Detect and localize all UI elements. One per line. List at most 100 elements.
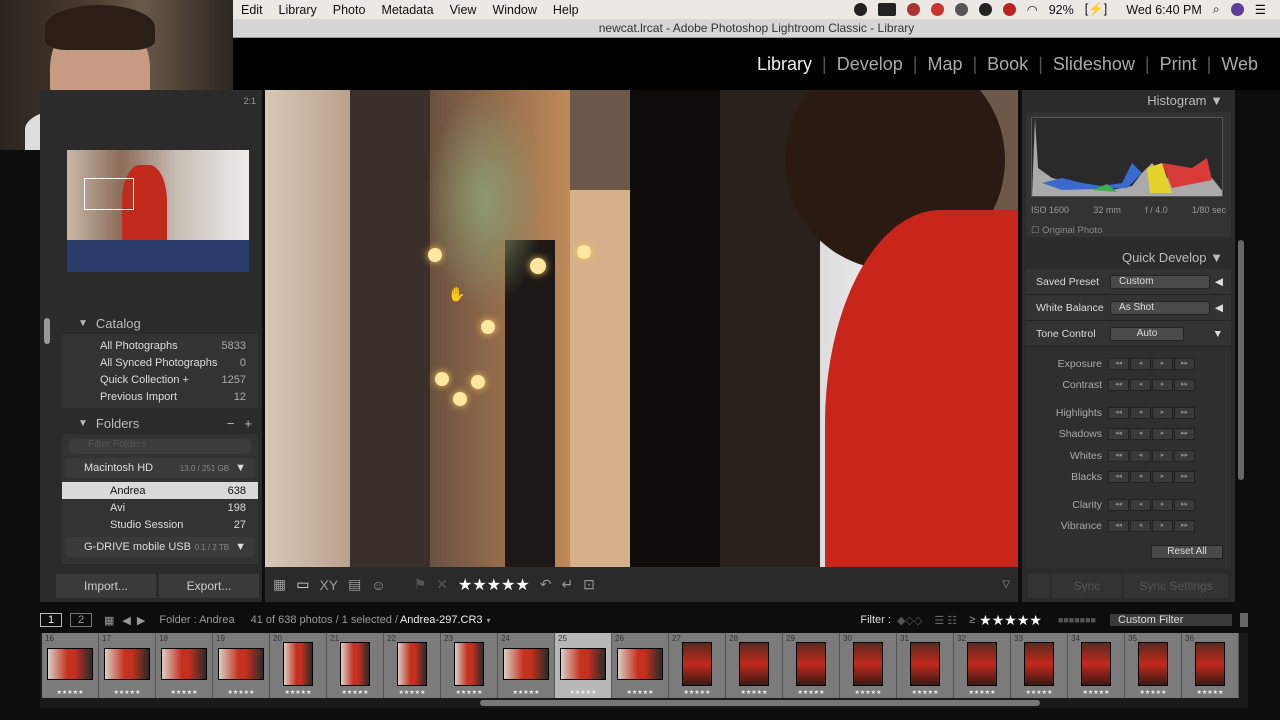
filmstrip-thumbnail[interactable]: 22 ★★★★★ [384, 633, 441, 698]
filmstrip-thumbnail[interactable]: 19 ★★★★★ [213, 633, 270, 698]
creative-cloud-icon[interactable] [930, 3, 944, 16]
auto-tone-button[interactable]: Auto [1110, 326, 1184, 341]
folder-avi[interactable]: Avi 198 [62, 499, 258, 516]
filmstrip-thumbnail[interactable]: 29 ★★★★★ [783, 633, 840, 698]
record-red-icon[interactable] [1002, 3, 1016, 16]
people-view-icon[interactable]: ☺ [371, 577, 385, 593]
export-button[interactable]: Export... [159, 574, 259, 598]
filmstrip-thumbnail[interactable]: 17 ★★★★★ [99, 633, 156, 698]
rating-operator[interactable]: ≥ [969, 614, 975, 626]
module-develop[interactable]: Develop [827, 54, 913, 75]
module-map[interactable]: Map [917, 54, 972, 75]
collapse-icon[interactable]: ▼ [1213, 328, 1223, 340]
filmstrip-thumbnail[interactable]: 23 ★★★★★ [441, 633, 498, 698]
filmstrip-thumbnail[interactable]: 34 ★★★★★ [1068, 633, 1125, 698]
filename-dropdown-icon[interactable]: ▾ [487, 616, 491, 625]
rotate-left-icon[interactable]: ↶ [540, 576, 552, 593]
battery-icon[interactable]: [⚡] [1085, 2, 1108, 17]
filter-lock-toggle[interactable] [1240, 613, 1248, 627]
dropbox-icon[interactable] [906, 3, 920, 16]
filmstrip-thumbnail[interactable]: 35 ★★★★★ [1125, 633, 1182, 698]
original-photo-checkbox[interactable]: ☐ Original Photo [1031, 225, 1226, 236]
filmstrip-thumbnail[interactable]: 26 ★★★★★ [612, 633, 669, 698]
rating-filter[interactable]: ★★★★★ [979, 612, 1042, 629]
quick-develop-header[interactable]: Quick Develop ▼ [1022, 247, 1235, 269]
catalog-header[interactable]: ▼ Catalog [58, 312, 262, 334]
filmstrip-thumbnail[interactable]: 24 ★★★★★ [498, 633, 555, 698]
color-label-filter[interactable]: ■■■■■■■ [1058, 615, 1096, 625]
folder-filter-input[interactable]: Filter Folders [68, 439, 252, 454]
main-window-button[interactable]: 1 [40, 613, 62, 627]
grid-view-icon[interactable]: ▦ [273, 576, 286, 593]
m-icon[interactable] [978, 3, 992, 16]
forward-arrow-icon[interactable]: ▶ [137, 614, 145, 627]
module-slideshow[interactable]: Slideshow [1043, 54, 1145, 75]
selected-filename[interactable]: Andrea-297.CR3 [400, 614, 483, 626]
navigator-viewport-box[interactable] [84, 178, 134, 210]
menu-photo[interactable]: Photo [325, 3, 374, 17]
filmstrip-scrollbar[interactable] [480, 700, 1040, 706]
reject-flag-icon[interactable]: ✕ [436, 576, 448, 593]
filmstrip-thumbnail[interactable]: 33 ★★★★★ [1011, 633, 1068, 698]
rotate-right-icon[interactable]: ↵ [561, 576, 573, 593]
catalog-item[interactable]: All Synced Photographs 0 [62, 354, 258, 371]
catalog-item[interactable]: Quick Collection +1257 [62, 371, 258, 388]
volume-macintosh-hd[interactable]: Macintosh HD 13.0 / 251 GB ▼ [66, 458, 254, 478]
clock[interactable]: Wed 6:40 PM [1126, 3, 1202, 17]
toolbar-menu-icon[interactable]: ▽ [1002, 579, 1010, 590]
filmstrip-thumbnail[interactable]: 30 ★★★★★ [840, 633, 897, 698]
filmstrip-thumbnail[interactable]: 18 ★★★★★ [156, 633, 213, 698]
filmstrip-thumbnail[interactable]: 28 ★★★★★ [726, 633, 783, 698]
wd-icon[interactable] [877, 3, 896, 16]
survey-view-icon[interactable]: ▤ [348, 576, 361, 593]
filmstrip-thumbnail[interactable]: 36 ★★★★★ [1182, 633, 1239, 698]
menu-window[interactable]: Window [484, 3, 544, 17]
star-rating[interactable]: ★★★★★ [458, 575, 530, 595]
reset-all-button[interactable]: Reset All [1151, 545, 1223, 559]
add-folder-button[interactable]: + [244, 416, 252, 431]
folder-studio-session[interactable]: Studio Session 27 [62, 516, 258, 533]
expand-icon[interactable]: ◀ [1215, 302, 1223, 314]
navigator-zoom[interactable]: 2:1 [243, 96, 256, 106]
catalog-item[interactable]: Previous Import 12 [62, 388, 258, 405]
saved-preset-select[interactable]: Custom [1110, 274, 1210, 289]
histogram-chart[interactable] [1031, 117, 1224, 198]
menu-metadata[interactable]: Metadata [373, 3, 441, 17]
edit-filter-icons[interactable]: ☰ ☷ [934, 614, 957, 627]
folders-header[interactable]: ▼ Folders − + [58, 412, 262, 434]
navigator-preview[interactable] [67, 150, 249, 272]
module-book[interactable]: Book [977, 54, 1038, 75]
menu-view[interactable]: View [442, 3, 485, 17]
folder-andrea[interactable]: Andrea 638 [62, 482, 258, 499]
module-print[interactable]: Print [1150, 54, 1207, 75]
sync-button[interactable]: Sync [1052, 574, 1122, 598]
filmstrip-thumbnail[interactable]: 20 ★★★★★ [270, 633, 327, 698]
menu-help[interactable]: Help [545, 3, 587, 17]
right-panel-scrollbar[interactable] [1238, 240, 1244, 480]
notification-list-icon[interactable]: ☰ [1255, 2, 1266, 17]
flag-icon[interactable]: ⚑ [414, 576, 427, 593]
source-label[interactable]: Folder : Andrea [159, 614, 234, 626]
expand-icon[interactable]: ◀ [1215, 276, 1223, 288]
module-library[interactable]: Library [747, 54, 822, 75]
search-icon[interactable]: ⌕ [1213, 2, 1220, 17]
volume-g-drive[interactable]: G-DRIVE mobile USB 0.1 / 2 TB ▼ [66, 537, 254, 557]
menu-edit[interactable]: Edit [233, 3, 271, 17]
filmstrip-thumbnail[interactable]: 21 ★★★★★ [327, 633, 384, 698]
wifi-icon[interactable]: ◠ [1027, 2, 1038, 17]
histogram-header[interactable]: Histogram ▼ [1022, 90, 1235, 112]
loupe-view-icon[interactable]: ▭ [296, 576, 309, 593]
compare-view-icon[interactable]: XY [319, 577, 338, 593]
flag-filter-icons[interactable]: ◆◇◇ [897, 614, 922, 627]
battery-text[interactable]: 92% [1049, 3, 1074, 17]
import-button[interactable]: Import... [56, 574, 156, 598]
record-icon[interactable] [853, 3, 867, 16]
menu-library[interactable]: Library [271, 3, 325, 17]
white-balance-select[interactable]: As Shot [1110, 300, 1210, 315]
grid-icon[interactable]: ▦ [104, 614, 114, 627]
second-window-button[interactable]: 2 [70, 613, 92, 627]
auto-sync-toggle[interactable] [1028, 574, 1050, 598]
filmstrip-thumbnail[interactable]: 31 ★★★★★ [897, 633, 954, 698]
remove-folder-button[interactable]: − [227, 416, 235, 431]
module-web[interactable]: Web [1211, 54, 1268, 75]
